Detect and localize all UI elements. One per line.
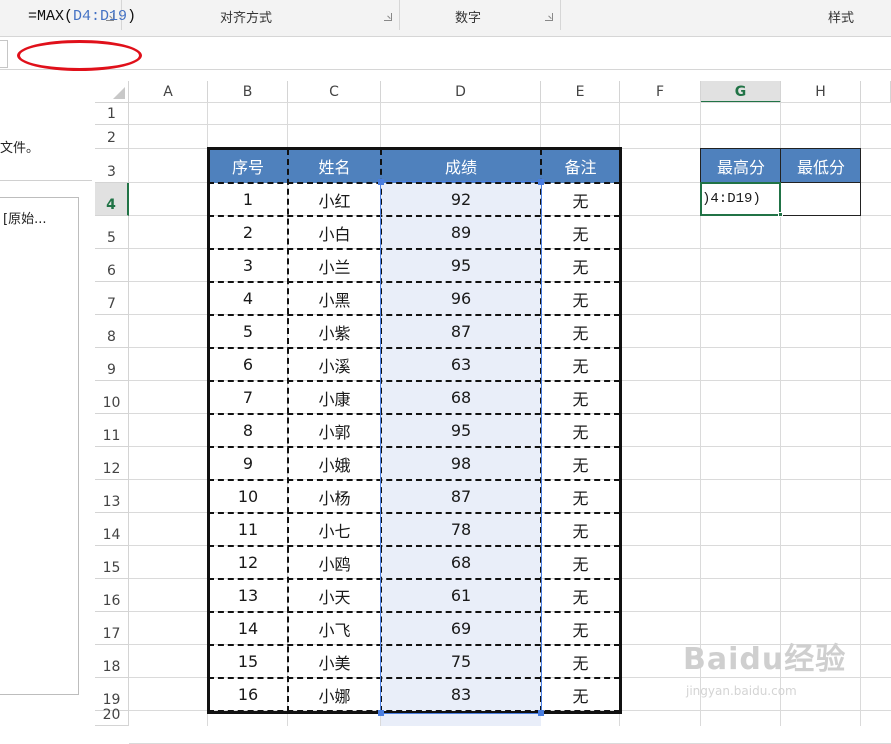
cell-h4[interactable]	[781, 183, 860, 215]
active-cell-g4[interactable]: )4:D19)	[700, 182, 781, 216]
row-header-18[interactable]: 18	[95, 645, 129, 678]
row-header-12[interactable]: 12	[95, 447, 129, 480]
row-header-15[interactable]: 15	[95, 546, 129, 579]
row-header-8[interactable]: 8	[95, 315, 129, 348]
grid-line-horizontal	[129, 102, 891, 103]
row-header-9[interactable]: 9	[95, 348, 129, 381]
left-pane-divider	[0, 180, 92, 181]
left-pane-list-item[interactable]: [原始...	[3, 208, 46, 227]
select-all-triangle-icon	[113, 87, 125, 99]
column-header-d[interactable]: D	[381, 81, 541, 103]
column-header-b[interactable]: B	[208, 81, 288, 103]
row-header-20[interactable]: 20	[95, 707, 129, 726]
formula-range-ref: D4:D19	[73, 8, 128, 25]
column-header-f[interactable]: F	[620, 81, 701, 103]
select-all-corner[interactable]	[95, 81, 129, 103]
left-pane-text: 文件。	[0, 141, 40, 156]
column-header-e[interactable]: E	[541, 81, 620, 103]
column-header-a[interactable]: A	[129, 81, 208, 103]
row-header-14[interactable]: 14	[95, 513, 129, 546]
row-header-5[interactable]: 5	[95, 216, 129, 249]
group-styles-label: 样式	[828, 11, 855, 26]
baidu-watermark: Baidu经验	[683, 642, 847, 677]
row-header-16[interactable]: 16	[95, 579, 129, 612]
group-number-label: 数字	[455, 11, 482, 26]
row-header-4[interactable]: 4	[95, 183, 129, 216]
row-header-10[interactable]: 10	[95, 381, 129, 414]
range-handle[interactable]	[378, 710, 384, 716]
group-alignment-label: 对齐方式	[220, 11, 273, 26]
red-highlight-oval	[17, 40, 142, 71]
range-handle[interactable]	[538, 710, 544, 716]
formula-suffix: )	[127, 8, 137, 25]
row-header-2[interactable]: 2	[95, 125, 129, 149]
formula-prefix: =MAX(	[28, 8, 74, 25]
left-pane-list	[0, 197, 79, 695]
range-reference-outline	[380, 181, 542, 714]
row-header-13[interactable]: 13	[95, 480, 129, 513]
range-handle[interactable]	[378, 179, 384, 185]
column-header-overflow	[861, 81, 891, 103]
baidu-watermark-url: jingyan.baidu.com	[686, 684, 797, 698]
row-header-3[interactable]: 3	[95, 149, 129, 183]
alignment-launcher-icon[interactable]	[384, 13, 392, 21]
ribbon-separator	[560, 0, 561, 30]
range-handle[interactable]	[538, 179, 544, 185]
row-header-7[interactable]: 7	[95, 282, 129, 315]
row-header-1[interactable]: 1	[95, 103, 129, 125]
grid-line-horizontal	[129, 124, 891, 125]
number-launcher-icon[interactable]	[545, 13, 553, 21]
column-header-h[interactable]: H	[781, 81, 861, 103]
row-header-17[interactable]: 17	[95, 612, 129, 645]
row-header-11[interactable]: 11	[95, 414, 129, 447]
formula-text[interactable]: =MAX(D4:D19)	[28, 8, 136, 25]
name-box[interactable]	[0, 40, 8, 68]
row-header-6[interactable]: 6	[95, 249, 129, 282]
column-header-c[interactable]: C	[288, 81, 381, 103]
ribbon-separator	[399, 0, 400, 30]
column-header-g[interactable]: G	[701, 81, 781, 103]
